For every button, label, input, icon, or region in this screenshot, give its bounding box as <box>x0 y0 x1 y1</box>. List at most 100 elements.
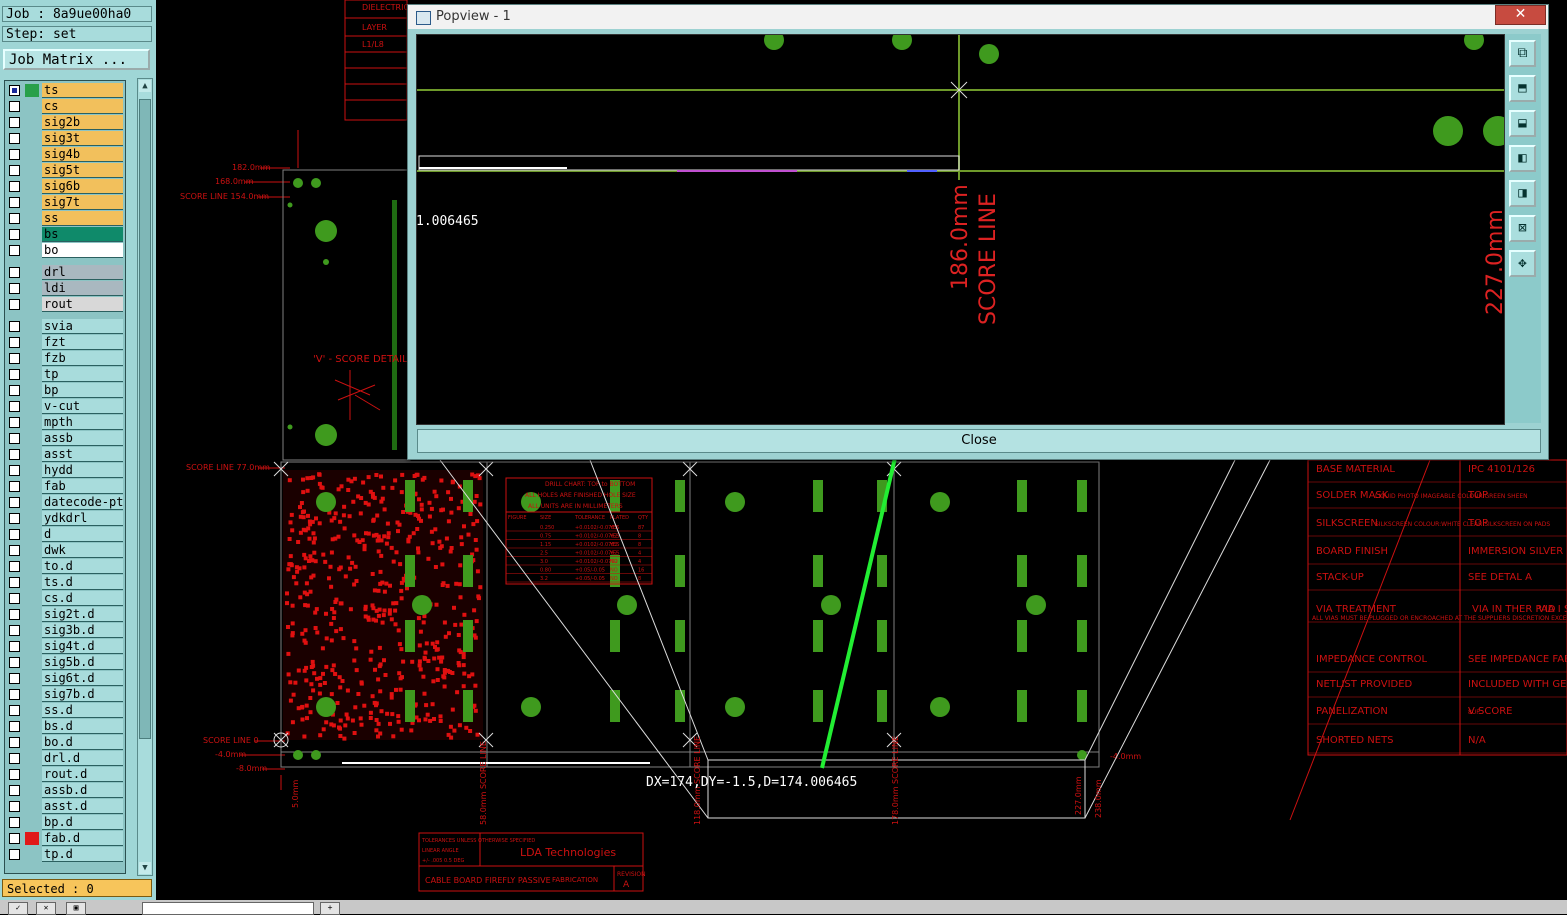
scroll-up-icon[interactable]: ▲ <box>139 80 151 92</box>
layer-checkbox[interactable] <box>9 229 20 240</box>
layer-name[interactable]: sig4t.d <box>42 639 123 654</box>
layer-checkbox[interactable] <box>9 721 20 732</box>
layer-row-to-d[interactable]: to.d <box>5 559 125 574</box>
layer-row-fzt[interactable]: fzt <box>5 335 125 350</box>
layer-row-rout[interactable]: rout <box>5 297 125 312</box>
layer-name[interactable]: sig6b <box>42 179 123 194</box>
layer-name[interactable]: sig4b <box>42 147 123 162</box>
zoom-top-icon[interactable]: ⬒ <box>1509 75 1536 102</box>
layer-checkbox[interactable] <box>9 497 20 508</box>
pan-icon[interactable]: ✥ <box>1509 250 1536 277</box>
layer-row-asst[interactable]: asst <box>5 447 125 462</box>
layer-row-sig4t-d[interactable]: sig4t.d <box>5 639 125 654</box>
layer-row-bp-d[interactable]: bp.d <box>5 815 125 830</box>
layer-row-svia[interactable]: svia <box>5 319 125 334</box>
layer-checkbox[interactable] <box>9 753 20 764</box>
layer-checkbox[interactable] <box>9 417 20 428</box>
layer-row-tp-d[interactable]: tp.d <box>5 847 125 862</box>
layer-checkbox[interactable] <box>9 101 20 112</box>
layer-checkbox[interactable] <box>9 689 20 700</box>
layer-checkbox[interactable] <box>9 283 20 294</box>
layer-checkbox[interactable] <box>9 213 20 224</box>
layer-row-sig7b-d[interactable]: sig7b.d <box>5 687 125 702</box>
layer-row-bo[interactable]: bo <box>5 243 125 258</box>
layer-row-assb[interactable]: assb <box>5 431 125 446</box>
layer-row-rout-d[interactable]: rout.d <box>5 767 125 782</box>
layer-name[interactable]: bs.d <box>42 719 123 734</box>
layer-name[interactable]: sig6t.d <box>42 671 123 686</box>
layer-row-sig2b[interactable]: sig2b <box>5 115 125 130</box>
layer-checkbox[interactable] <box>9 545 20 556</box>
layer-name[interactable]: bp.d <box>42 815 123 830</box>
layer-name[interactable]: assb.d <box>42 783 123 798</box>
layer-name[interactable]: cs <box>42 99 123 114</box>
layer-row-bo-d[interactable]: bo.d <box>5 735 125 750</box>
layer-name[interactable]: ss <box>42 211 123 226</box>
layer-row-sig5b-d[interactable]: sig5b.d <box>5 655 125 670</box>
close-icon[interactable]: ✕ <box>1495 5 1546 25</box>
tool-window-icon[interactable]: ▣ <box>66 902 86 915</box>
layer-name[interactable]: bo <box>42 243 123 258</box>
layer-checkbox[interactable] <box>9 513 20 524</box>
layer-name[interactable]: bs <box>42 227 123 242</box>
layer-checkbox[interactable] <box>9 401 20 412</box>
layer-checkbox[interactable] <box>9 577 20 588</box>
layer-row-asst-d[interactable]: asst.d <box>5 799 125 814</box>
layer-checkbox[interactable] <box>9 385 20 396</box>
layer-checkbox[interactable] <box>9 817 20 828</box>
layer-checkbox[interactable] <box>9 433 20 444</box>
layer-row-ts[interactable]: ts <box>5 83 125 98</box>
layer-checkbox[interactable] <box>9 705 20 716</box>
layer-row-ss[interactable]: ss <box>5 211 125 226</box>
layer-name[interactable]: rout <box>42 297 123 312</box>
layer-name[interactable]: sig5t <box>42 163 123 178</box>
layer-name[interactable]: tp.d <box>42 847 123 862</box>
layer-checkbox[interactable] <box>9 299 20 310</box>
layer-row-bs[interactable]: bs <box>5 227 125 242</box>
zoom-bottom-icon[interactable]: ⬓ <box>1509 110 1536 137</box>
layer-row-assb-d[interactable]: assb.d <box>5 783 125 798</box>
layer-name[interactable]: mpth <box>42 415 123 430</box>
zoom-right-icon[interactable]: ◨ <box>1509 180 1536 207</box>
layer-row-mpth[interactable]: mpth <box>5 415 125 430</box>
command-field[interactable] <box>142 902 314 915</box>
layer-row-hydd[interactable]: hydd <box>5 463 125 478</box>
layer-checkbox[interactable] <box>9 801 20 812</box>
layer-name[interactable]: sig7t <box>42 195 123 210</box>
layer-row-sig5t[interactable]: sig5t <box>5 163 125 178</box>
zoom-left-icon[interactable]: ◧ <box>1509 145 1536 172</box>
layer-row-ss-d[interactable]: ss.d <box>5 703 125 718</box>
layer-row-drl[interactable]: drl <box>5 265 125 280</box>
layer-row-sig2t-d[interactable]: sig2t.d <box>5 607 125 622</box>
layer-row-datecode-pte[interactable]: datecode-pte <box>5 495 125 510</box>
layer-name[interactable]: svia <box>42 319 123 334</box>
layer-checkbox[interactable] <box>9 449 20 460</box>
fit-icon[interactable]: ⧉ <box>1509 40 1536 67</box>
layer-name[interactable]: asst <box>42 447 123 462</box>
layer-scrollbar[interactable]: ▲ ▼ <box>137 78 153 876</box>
layer-name[interactable]: ts.d <box>42 575 123 590</box>
layer-row-fab-d[interactable]: fab.d <box>5 831 125 846</box>
layer-checkbox[interactable] <box>9 267 20 278</box>
job-matrix-button[interactable]: Job Matrix ... <box>3 49 150 70</box>
layer-name[interactable]: drl.d <box>42 751 123 766</box>
layer-checkbox[interactable] <box>9 133 20 144</box>
scroll-thumb[interactable] <box>139 99 151 739</box>
layer-name[interactable]: ts <box>42 83 123 98</box>
layer-name[interactable]: sig3t <box>42 131 123 146</box>
layer-name[interactable]: d <box>42 527 123 542</box>
layer-checkbox[interactable] <box>9 149 20 160</box>
layer-checkbox[interactable] <box>9 321 20 332</box>
layer-row-sig6t-d[interactable]: sig6t.d <box>5 671 125 686</box>
layer-name[interactable]: sig3b.d <box>42 623 123 638</box>
zoom-fit-icon[interactable]: ⊠ <box>1509 215 1536 242</box>
layer-name[interactable]: sig7b.d <box>42 687 123 702</box>
layer-name[interactable]: ss.d <box>42 703 123 718</box>
layer-checkbox[interactable] <box>9 625 20 636</box>
layer-checkbox[interactable] <box>9 673 20 684</box>
layer-name[interactable]: assb <box>42 431 123 446</box>
layer-checkbox[interactable] <box>9 85 20 96</box>
layer-row-ldi[interactable]: ldi <box>5 281 125 296</box>
layer-name[interactable]: ldi <box>42 281 123 296</box>
layer-name[interactable]: fab.d <box>42 831 123 846</box>
